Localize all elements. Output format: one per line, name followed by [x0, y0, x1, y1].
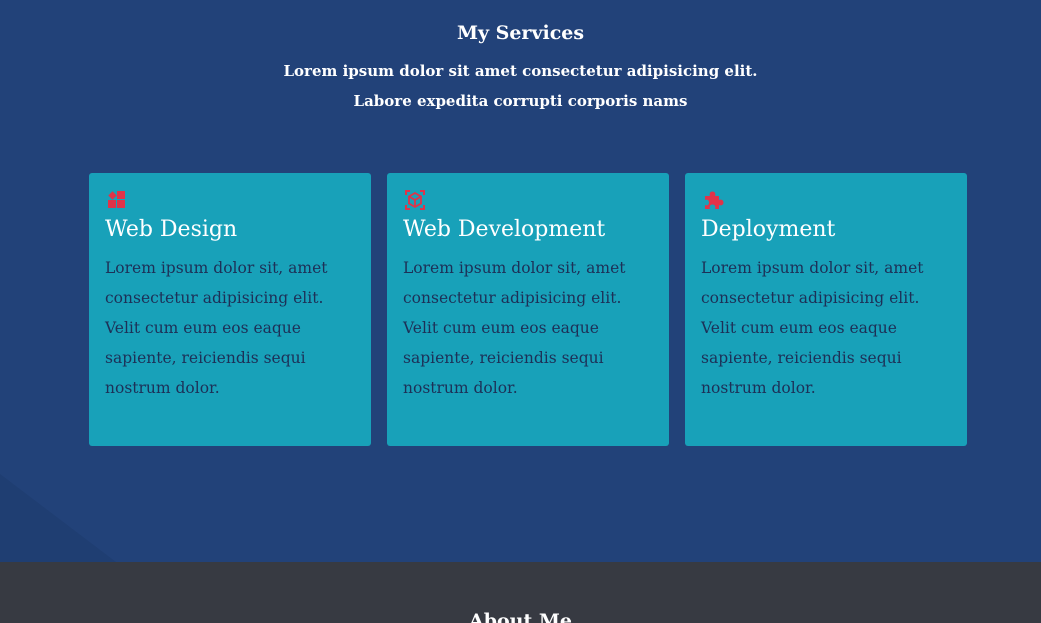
card-title: Deployment: [701, 217, 836, 242]
puzzle-piece-icon: [702, 189, 724, 211]
service-card-web-design: Web Design Lorem ipsum dolor sit, amet c…: [89, 173, 371, 446]
service-card-web-development: Web Development Lorem ipsum dolor sit, a…: [387, 173, 669, 446]
cube-icon: [404, 189, 426, 211]
section-subtitle-line2: Labore expedita corrupti corporis nams: [353, 92, 688, 110]
section-title: My Services: [456, 22, 585, 44]
decorative-triangle: [0, 474, 116, 562]
about-section: About Me: [0, 562, 1041, 623]
card-title: Web Development: [403, 217, 606, 242]
section-subtitle-line1: Lorem ipsum dolor sit amet consectetur a…: [283, 62, 758, 80]
card-text: Lorem ipsum dolor sit, amet consectetur …: [403, 259, 626, 398]
service-card-deployment: Deployment Lorem ipsum dolor sit, amet c…: [685, 173, 967, 446]
card-text: Lorem ipsum dolor sit, amet consectetur …: [105, 259, 328, 398]
card-text: Lorem ipsum dolor sit, amet consectetur …: [701, 259, 924, 398]
about-title: About Me: [468, 610, 573, 623]
services-section: My Services Lorem ipsum dolor sit amet c…: [0, 0, 1041, 562]
grid-blocks-icon: [106, 189, 128, 211]
card-title: Web Design: [105, 217, 238, 242]
